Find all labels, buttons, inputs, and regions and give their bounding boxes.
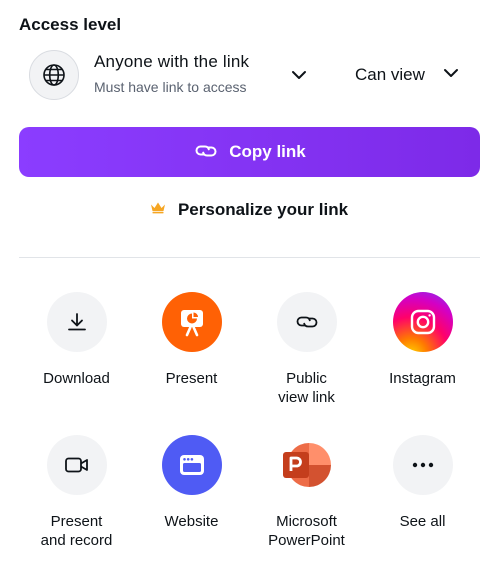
permission-select[interactable]: Can view [355,65,459,85]
share-option-label: Public view link [278,370,335,406]
access-type-label: Anyone with the link [94,52,250,71]
download-icon [46,292,107,352]
share-option-label: Instagram [389,370,456,387]
video-camera-icon [46,435,107,495]
divider [19,257,480,258]
access-type-select[interactable]: Anyone with the link Must have link to a… [94,52,249,95]
personalize-link-label: Personalize your link [177,200,349,219]
share-option-present[interactable]: Present [134,292,249,388]
more-icon [392,435,453,495]
share-option-powerpoint[interactable]: Microsoft PowerPoint [249,435,364,550]
crown-icon [150,201,166,219]
access-level-title: Access level [19,15,122,34]
globe-icon [29,50,79,100]
permission-label: Can view [355,65,425,84]
chevron-down-icon[interactable] [291,68,307,86]
share-option-label: See all [399,513,446,530]
share-option-download[interactable]: Download [19,292,134,388]
link-icon [276,292,337,352]
link-icon [193,141,219,164]
share-option-label: Microsoft PowerPoint [268,513,345,549]
share-option-website[interactable]: Website [134,435,249,531]
share-option-label: Website [164,513,219,530]
copy-link-label: Copy link [229,142,306,161]
copy-link-button[interactable]: Copy link [19,127,480,177]
share-option-see-all[interactable]: See all [365,435,480,531]
share-option-label: Download [43,370,110,387]
share-option-instagram[interactable]: Instagram [365,292,480,388]
share-option-present-and-record[interactable]: Present and record [19,435,134,550]
chevron-down-icon [443,66,459,84]
access-type-description: Must have link to access [94,79,247,95]
share-option-public-view-link[interactable]: Public view link [249,292,364,407]
powerpoint-icon [277,435,337,495]
instagram-icon [392,292,453,352]
website-icon [161,435,222,495]
personalize-link-button[interactable]: Personalize your link [0,200,498,220]
share-option-label: Present and record [40,513,113,549]
present-icon [161,292,222,352]
share-option-label: Present [165,370,218,387]
access-level-row: Anyone with the link Must have link to a… [19,46,479,106]
